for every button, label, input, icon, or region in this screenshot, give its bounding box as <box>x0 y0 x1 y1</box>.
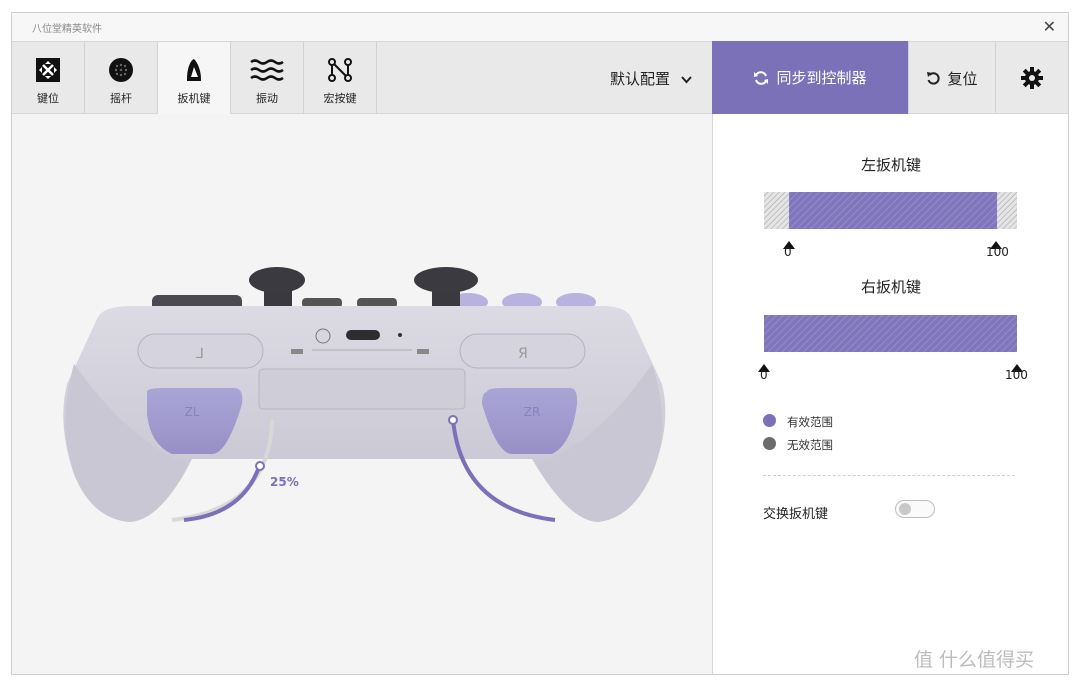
effective-legend-label: 有效范围 <box>787 415 833 429</box>
left-stick <box>249 267 305 308</box>
controller-preview-area: ⅃ Я ZL ZR 25% <box>12 114 712 674</box>
svg-text:⅃: ⅃ <box>196 346 204 362</box>
joystick-icon <box>85 57 157 83</box>
watermark: 值 什么值得买 <box>914 649 1035 671</box>
tab-button-map[interactable]: 键位 <box>12 42 85 114</box>
left-min-label: 0 <box>784 245 792 259</box>
divider <box>763 475 1015 476</box>
svg-text:ZR: ZR <box>524 405 541 419</box>
sync-label: 同步到控制器 <box>776 69 867 87</box>
chevron-down-icon <box>681 70 692 88</box>
vibration-icon <box>231 57 303 83</box>
macro-icon <box>304 57 376 83</box>
ineffective-legend-label: 无效范围 <box>787 438 833 452</box>
swap-triggers-toggle[interactable] <box>895 500 935 518</box>
left-trigger-range-slider[interactable] <box>763 191 1019 229</box>
gear-icon <box>1021 67 1043 89</box>
left-trigger-travel-active <box>183 463 262 522</box>
tab-vibration[interactable]: 振动 <box>231 42 304 114</box>
right-max-marker[interactable] <box>1011 357 1023 372</box>
trigger-settings-panel: 左扳机键 0 100 右扳机键 0 100 有效范围 无效范围 交换扳机键 <box>712 114 1068 674</box>
effective-legend-dot <box>763 414 776 427</box>
left-trigger-travel-handle <box>255 461 265 471</box>
right-min-marker[interactable] <box>758 357 770 372</box>
sync-icon <box>753 70 769 86</box>
settings-button[interactable] <box>996 42 1068 114</box>
tab-label: 键位 <box>37 92 59 105</box>
window-title: 八位堂精英软件 <box>32 24 102 35</box>
toggle-knob <box>899 503 911 515</box>
sync-to-controller-button[interactable]: 同步到控制器 <box>712 41 908 114</box>
left-max-marker[interactable] <box>990 234 1002 249</box>
close-icon[interactable]: ✕ <box>1043 17 1056 36</box>
title-bar: 八位堂精英软件 ✕ <box>12 13 1068 41</box>
ineffective-legend-dot <box>763 437 776 450</box>
tab-joystick[interactable]: 摇杆 <box>85 42 158 114</box>
tab-macro[interactable]: 宏按键 <box>304 42 377 114</box>
tab-label: 宏按键 <box>323 92 357 105</box>
trigger-icon <box>158 57 230 83</box>
swap-triggers-label: 交换扳机键 <box>763 507 829 522</box>
svg-text:ZL: ZL <box>185 405 200 419</box>
right-min-label: 0 <box>760 368 768 382</box>
controller-illustration: ⅃ Я ZL ZR 25% <box>63 267 666 522</box>
toolbar: 键位 摇杆 扳机键 振动 宏按键 默认配置 同步到控制器 复位 <box>12 41 1068 116</box>
reset-label: 复位 <box>947 69 978 88</box>
tab-label: 振动 <box>256 92 278 105</box>
left-trigger-percent: 25% <box>270 475 299 489</box>
left-max-label: 100 <box>986 245 1009 259</box>
left-trigger-title: 左扳机键 <box>860 156 921 174</box>
app-window: 八位堂精英软件 ✕ 键位 摇杆 扳机键 振动 宏按键 默认配置 同步到控制器 复… <box>11 12 1069 675</box>
tab-label: 扳机键 <box>177 92 211 105</box>
profile-label: 默认配置 <box>610 70 671 88</box>
right-max-label: 100 <box>1005 368 1028 382</box>
profile-dropdown[interactable]: 默认配置 <box>610 68 692 89</box>
button-map-icon <box>12 57 84 83</box>
right-trigger-title: 右扳机键 <box>860 278 921 296</box>
left-min-marker[interactable] <box>783 234 795 249</box>
right-trigger-travel-handle <box>448 415 458 425</box>
reset-button[interactable]: 复位 <box>908 42 996 114</box>
svg-text:Я: Я <box>518 346 528 362</box>
right-trigger-range-slider[interactable] <box>763 314 1019 352</box>
reset-icon <box>926 71 941 86</box>
tab-label: 摇杆 <box>110 92 132 105</box>
tab-trigger[interactable]: 扳机键 <box>158 42 231 116</box>
